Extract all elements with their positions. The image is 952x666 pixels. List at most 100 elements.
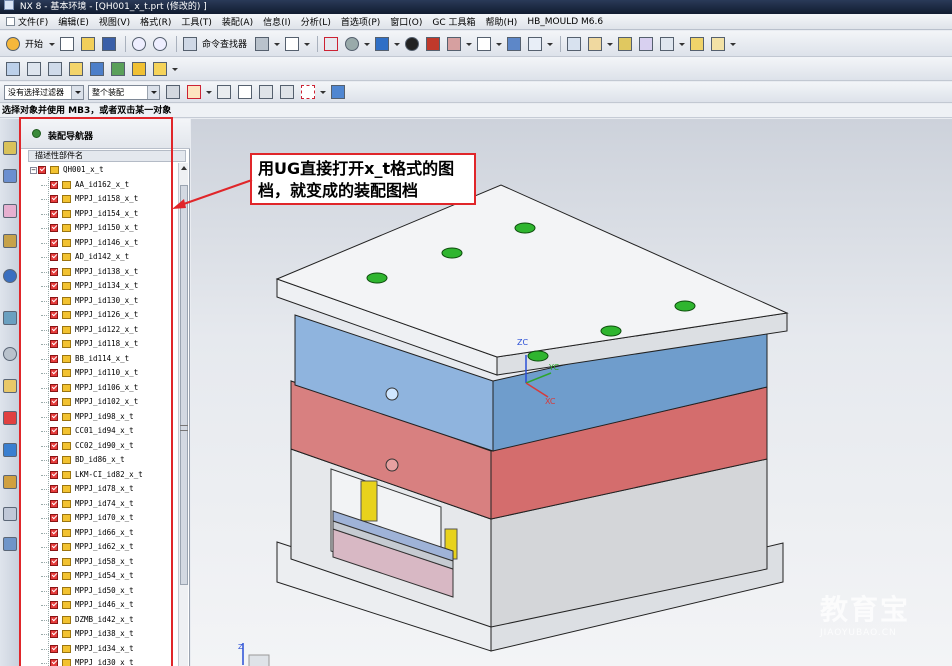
tree-item[interactable]: BB_id114_x_t <box>28 352 178 366</box>
visibility-checkbox[interactable] <box>50 528 58 537</box>
visibility-checkbox[interactable] <box>50 586 58 595</box>
tree-item[interactable]: MPPJ_id154_x_t <box>28 207 178 221</box>
command-finder-button[interactable]: 命令查找器 <box>202 37 247 50</box>
analysis-dropdown-icon[interactable] <box>730 35 737 53</box>
background-icon[interactable] <box>475 35 493 53</box>
visibility-checkbox[interactable] <box>50 325 58 334</box>
visibility-checkbox[interactable] <box>50 354 58 363</box>
window-menu-icon[interactable] <box>6 17 15 26</box>
scroll-up-icon[interactable] <box>180 164 188 172</box>
move-dropdown-icon[interactable] <box>274 35 281 53</box>
menu-item[interactable]: HB_MOULD M6.6 <box>527 17 603 27</box>
history-tab-icon[interactable] <box>3 311 17 325</box>
visibility-checkbox[interactable] <box>50 601 58 609</box>
tree-item[interactable]: MPPJ_id34_x_t <box>28 642 178 656</box>
shaded-view-icon[interactable] <box>373 35 391 53</box>
visibility-checkbox[interactable] <box>50 383 58 392</box>
type-filter-select[interactable]: 没有选择过滤器 <box>4 84 84 100</box>
tree-item[interactable]: BD_id86_x_t <box>28 453 178 467</box>
tree-item[interactable]: MPPJ_id66_x_t <box>28 526 178 540</box>
tree-item[interactable]: MPPJ_id134_x_t <box>28 279 178 293</box>
tree-item[interactable]: CC02_id90_x_t <box>28 439 178 453</box>
tree-item[interactable]: MPPJ_id138_x_t <box>28 265 178 279</box>
pin-icon[interactable] <box>32 129 41 138</box>
measure-icon[interactable] <box>688 35 706 53</box>
face-color-icon[interactable] <box>424 35 442 53</box>
menu-item[interactable]: 首选项(P) <box>341 15 380 28</box>
visibility-checkbox[interactable] <box>50 340 58 348</box>
part-navigator-tab-icon[interactable] <box>3 204 17 218</box>
visibility-checkbox[interactable] <box>50 485 58 493</box>
visibility-checkbox[interactable] <box>50 369 58 377</box>
visibility-checkbox[interactable] <box>50 572 58 580</box>
start-button[interactable]: 开始 <box>25 37 43 50</box>
tree-root-node[interactable]: − QH001_x_t <box>28 163 178 177</box>
scroll-thumb[interactable] <box>180 185 188 585</box>
tree-item[interactable]: DZMB_id42_x_t <box>28 613 178 627</box>
background-dropdown-icon[interactable] <box>496 35 503 53</box>
tree-item[interactable]: MPPJ_id102_x_t <box>28 395 178 409</box>
tree-item[interactable]: AD_id142_x_t <box>28 250 178 264</box>
visibility-checkbox[interactable] <box>50 209 58 218</box>
menu-item[interactable]: 文件(F) <box>18 15 48 28</box>
tree-item[interactable]: CC01_id94_x_t <box>28 424 178 438</box>
tree-item[interactable]: MPPJ_id126_x_t <box>28 308 178 322</box>
move-icon[interactable] <box>253 35 271 53</box>
visibility-checkbox[interactable] <box>50 282 58 290</box>
visibility-checkbox[interactable] <box>50 441 58 450</box>
fit-view-icon[interactable] <box>322 35 340 53</box>
tree-item[interactable]: MPPJ_id70_x_t <box>28 511 178 525</box>
tree-item[interactable]: MPPJ_id146_x_t <box>28 236 178 250</box>
system-scenes-icon[interactable] <box>3 507 17 521</box>
component-stack-icon[interactable] <box>46 60 64 78</box>
column-header-part-name[interactable]: 描述性部件名 <box>28 150 186 162</box>
snap-icon[interactable] <box>658 35 676 53</box>
menu-item[interactable]: 工具(T) <box>181 15 212 28</box>
visibility-checkbox[interactable] <box>50 456 58 464</box>
constraint-navigator-tab-icon[interactable] <box>3 169 17 183</box>
command-finder-icon[interactable] <box>181 35 199 53</box>
select-component-icon[interactable] <box>329 83 347 101</box>
snap-dropdown-icon[interactable] <box>679 35 686 53</box>
start-dropdown-icon[interactable] <box>49 35 56 53</box>
tree-item[interactable]: AA_id162_x_t <box>28 178 178 192</box>
tree-item[interactable]: MPPJ_id30_x_t <box>28 656 178 666</box>
tree-item[interactable]: MPPJ_id110_x_t <box>28 366 178 380</box>
layer-icon[interactable] <box>505 35 523 53</box>
reuse-library-tab-icon[interactable] <box>3 234 17 248</box>
menu-item[interactable]: GC 工具箱 <box>432 15 475 28</box>
snap-point-dropdown-icon[interactable] <box>206 83 212 101</box>
tree-item[interactable]: MPPJ_id98_x_t <box>28 410 178 424</box>
datum-dropdown-icon[interactable] <box>607 35 614 53</box>
visibility-checkbox[interactable] <box>50 267 58 276</box>
replace-component-icon[interactable] <box>130 60 148 78</box>
process-studio-icon[interactable] <box>3 411 17 425</box>
tree-item[interactable]: MPPJ_id150_x_t <box>28 221 178 235</box>
select-dropdown-icon[interactable] <box>304 35 311 53</box>
menu-item[interactable]: 帮助(H) <box>486 15 518 28</box>
visibility-checkbox[interactable] <box>50 630 58 638</box>
mate-icon[interactable] <box>637 35 655 53</box>
assembly-dropdown-icon[interactable] <box>172 60 178 78</box>
constraint-icon[interactable] <box>616 35 634 53</box>
tree-item[interactable]: LKM-CI_id82_x_t <box>28 468 178 482</box>
visibility-checkbox[interactable] <box>50 238 58 247</box>
menu-item[interactable]: 窗口(O) <box>390 15 422 28</box>
menu-item[interactable]: 视图(V) <box>99 15 130 28</box>
rectangle-select-icon[interactable] <box>299 83 317 101</box>
visibility-checkbox[interactable] <box>38 166 46 174</box>
visibility-checkbox[interactable] <box>50 195 58 203</box>
visibility-checkbox[interactable] <box>50 659 58 666</box>
datum-csys-icon[interactable] <box>586 35 604 53</box>
tree-item[interactable]: MPPJ_id58_x_t <box>28 555 178 569</box>
select-face-icon[interactable] <box>236 83 254 101</box>
menu-item[interactable]: 编辑(E) <box>58 15 89 28</box>
color-dropdown-icon[interactable] <box>466 35 473 53</box>
analysis-icon[interactable] <box>709 35 727 53</box>
eraser-icon[interactable] <box>67 60 85 78</box>
undo-icon[interactable] <box>130 35 148 53</box>
reusable-icon[interactable] <box>3 537 17 551</box>
assembly-navigator-tab-icon[interactable] <box>3 141 17 155</box>
tree-item[interactable]: MPPJ_id50_x_t <box>28 584 178 598</box>
clock-history-icon[interactable] <box>3 347 17 361</box>
